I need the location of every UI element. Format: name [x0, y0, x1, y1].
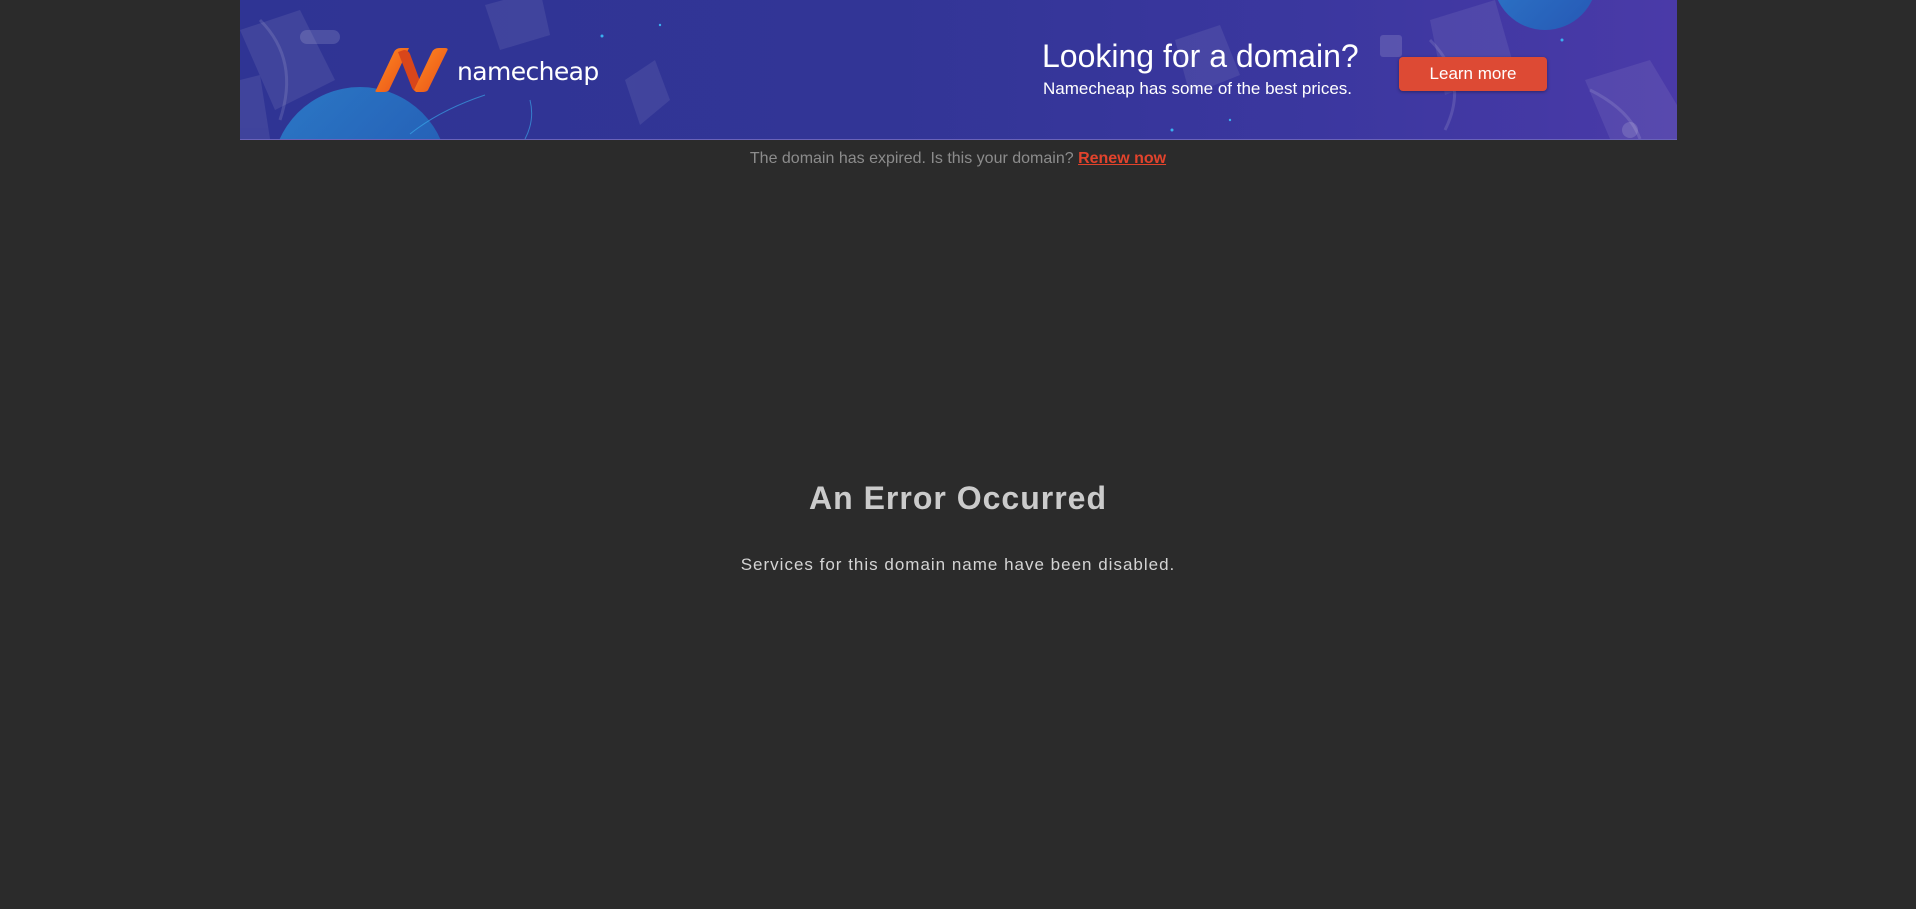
- error-title: An Error Occurred: [809, 480, 1107, 516]
- promo-banner[interactable]: namecheap Looking for a domain? Namechea…: [240, 0, 1677, 140]
- logo-wordmark: namecheap: [457, 56, 599, 86]
- expired-notice-text: The domain has expired. Is this your dom…: [749, 150, 1074, 167]
- namecheap-logo-icon: [375, 48, 448, 92]
- namecheap-logo[interactable]: namecheap: [374, 48, 599, 92]
- error-message: Services for this domain name have been …: [740, 555, 1176, 574]
- banner-headline: Looking for a domain?: [1042, 38, 1359, 74]
- domain-expired-notice: The domain has expired. Is this your dom…: [0, 150, 1916, 168]
- banner-subline: Namecheap has some of the best prices.: [1043, 79, 1352, 98]
- learn-more-button[interactable]: Learn more: [1399, 57, 1547, 91]
- renew-now-link[interactable]: Renew now: [1078, 150, 1166, 167]
